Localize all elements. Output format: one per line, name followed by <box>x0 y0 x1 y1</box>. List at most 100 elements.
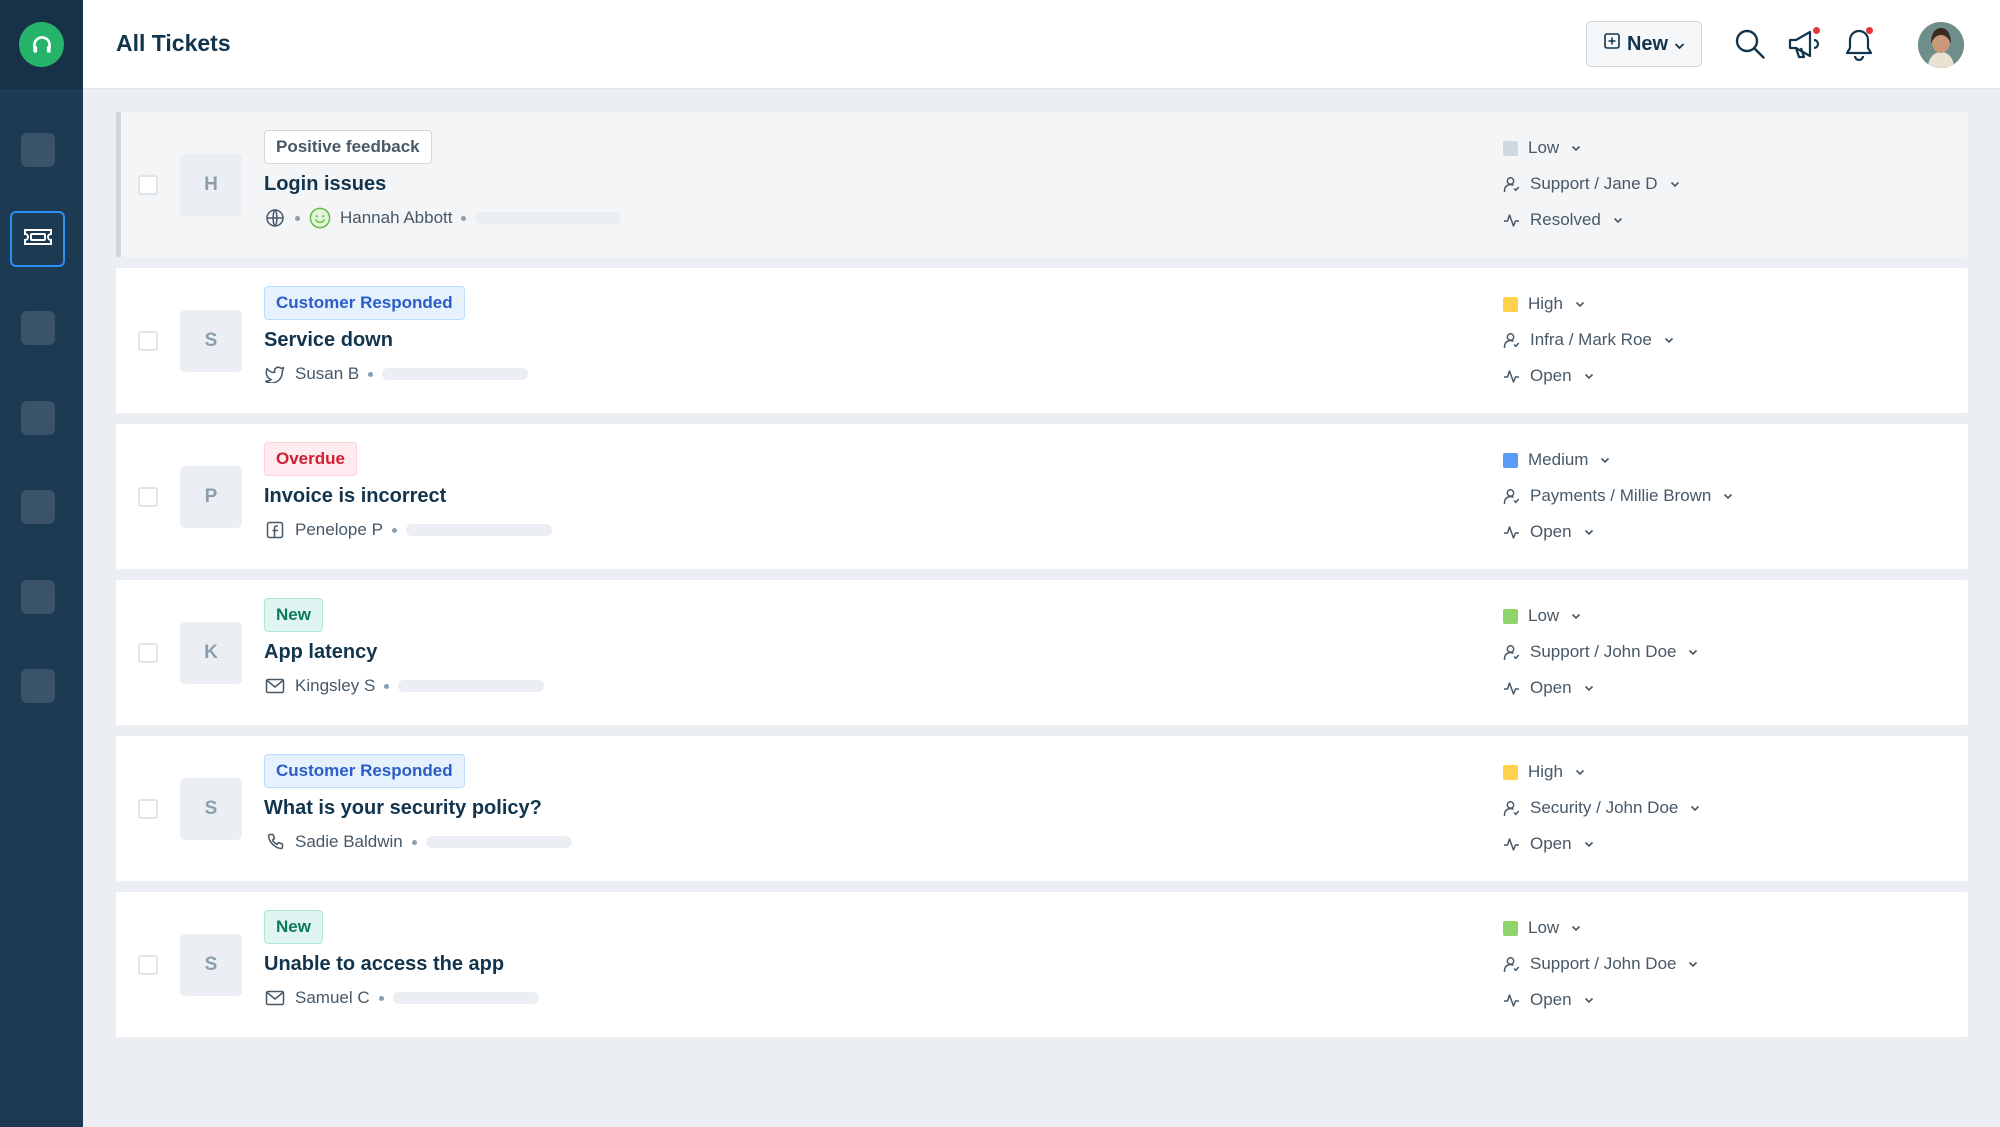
ticket-row[interactable]: S New Unable to access the app Samuel C … <box>116 892 1968 1037</box>
group-agent-dropdown[interactable]: Security / John Doe <box>1503 795 1700 821</box>
status-dropdown[interactable]: Resolved <box>1503 207 1680 233</box>
status-label: Resolved <box>1530 210 1601 229</box>
requester-name[interactable]: Susan B <box>295 364 359 384</box>
status-dropdown[interactable]: Open <box>1503 363 1674 389</box>
separator-dot <box>384 683 390 689</box>
priority-label: Low <box>1528 138 1560 157</box>
ticket-subject[interactable]: Service down <box>264 329 528 352</box>
ticket-subject[interactable]: App latency <box>264 641 544 664</box>
user-avatar[interactable] <box>1918 22 1964 68</box>
priority-dropdown[interactable]: High <box>1503 291 1674 317</box>
requester-name[interactable]: Sadie Baldwin <box>295 832 403 852</box>
ticket-subject[interactable]: What is your security policy? <box>264 797 572 820</box>
status-dropdown[interactable]: Open <box>1503 675 1698 701</box>
requester-initial-avatar: K <box>180 622 242 684</box>
page-title: All Tickets <box>116 30 231 56</box>
group-agent-dropdown[interactable]: Payments / Millie Brown <box>1503 483 1733 509</box>
priority-dropdown[interactable]: Medium <box>1503 447 1733 473</box>
chevron-down-icon <box>1690 805 1700 812</box>
sidebar-nav-tickets[interactable] <box>10 211 65 267</box>
separator-dot <box>391 527 397 533</box>
agent-icon <box>1503 644 1520 661</box>
ticket-row[interactable]: S Customer Responded Service down Susan … <box>116 268 1968 413</box>
headset-logo-icon[interactable] <box>19 22 64 67</box>
requester-name[interactable]: Kingsley S <box>295 676 375 696</box>
ticket-checkbox[interactable] <box>138 955 158 975</box>
bell-icon[interactable] <box>1841 24 1877 64</box>
ticket-checkbox[interactable] <box>138 331 158 351</box>
ticket-row[interactable]: H Positive feedback Login issues Hannah … <box>116 112 1968 257</box>
search-icon[interactable] <box>1732 24 1768 64</box>
requester-name[interactable]: Penelope P <box>295 520 383 540</box>
priority-label: Low <box>1528 918 1560 937</box>
status-dropdown[interactable]: Open <box>1503 831 1700 857</box>
activity-icon <box>1503 368 1520 385</box>
ticket-checkbox[interactable] <box>138 643 158 663</box>
separator-dot <box>378 995 384 1001</box>
priority-dropdown[interactable]: Low <box>1503 603 1698 629</box>
ticket-checkbox[interactable] <box>138 175 158 195</box>
priority-dropdown[interactable]: High <box>1503 759 1700 785</box>
ticket-tag: Customer Responded <box>264 754 465 788</box>
requester-name[interactable]: Hannah Abbott <box>340 208 452 228</box>
chevron-down-icon <box>1664 337 1674 344</box>
megaphone-icon[interactable] <box>1786 24 1822 64</box>
separator-dot <box>295 215 300 221</box>
separator-dot <box>368 371 374 377</box>
activity-icon <box>1503 524 1520 541</box>
chevron-down-icon <box>1613 217 1623 224</box>
status-label: Open <box>1530 522 1572 541</box>
status-label: Open <box>1530 366 1572 385</box>
chevron-down-icon <box>1575 769 1585 776</box>
requester-initial-avatar: H <box>180 154 242 216</box>
chevron-down-icon <box>1584 997 1594 1004</box>
sidebar-nav-item-3[interactable] <box>21 311 55 345</box>
chevron-down-icon <box>1571 925 1581 932</box>
ticket-subject[interactable]: Invoice is incorrect <box>264 485 552 508</box>
ticket-list: H Positive feedback Login issues Hannah … <box>116 112 1968 1048</box>
requester-name[interactable]: Samuel C <box>295 988 370 1008</box>
ticket-row[interactable]: S Customer Responded What is your securi… <box>116 736 1968 881</box>
facebook-icon <box>264 519 286 541</box>
status-dropdown[interactable]: Open <box>1503 987 1698 1013</box>
ticket-subject[interactable]: Unable to access the app <box>264 953 539 976</box>
priority-swatch <box>1503 296 1518 312</box>
new-button-label: New <box>1626 32 1669 55</box>
ticket-checkbox[interactable] <box>138 799 158 819</box>
separator-dot <box>461 215 467 221</box>
agent-icon <box>1503 332 1520 349</box>
activity-icon <box>1503 992 1520 1009</box>
ticket-row[interactable]: P Overdue Invoice is incorrect Penelope … <box>116 424 1968 569</box>
group-agent-label: Support / John Doe <box>1530 954 1677 973</box>
sidebar-nav-item-7[interactable] <box>21 669 55 703</box>
priority-dropdown[interactable]: Low <box>1503 915 1698 941</box>
chevron-down-icon <box>1674 33 1685 56</box>
sidebar <box>0 0 83 1127</box>
sidebar-nav-item-1[interactable] <box>21 133 55 167</box>
chevron-down-icon <box>1571 613 1581 620</box>
agent-icon <box>1503 956 1520 973</box>
chevron-down-icon <box>1584 529 1594 536</box>
activity-icon <box>1503 836 1520 853</box>
sidebar-nav-item-4[interactable] <box>21 401 55 435</box>
notification-badge <box>1866 27 1873 34</box>
requester-initial-avatar: S <box>180 934 242 996</box>
group-agent-dropdown[interactable]: Infra / Mark Roe <box>1503 327 1674 353</box>
new-button[interactable]: New <box>1586 21 1702 67</box>
ticket-checkbox[interactable] <box>138 487 158 507</box>
priority-swatch <box>1503 920 1518 936</box>
group-agent-label: Infra / Mark Roe <box>1530 330 1652 349</box>
group-agent-dropdown[interactable]: Support / John Doe <box>1503 951 1698 977</box>
ticket-row[interactable]: K New App latency Kingsley S Low Support <box>116 580 1968 725</box>
sidebar-nav-item-5[interactable] <box>21 490 55 524</box>
status-dropdown[interactable]: Open <box>1503 519 1733 545</box>
group-agent-dropdown[interactable]: Support / Jane D <box>1503 171 1680 197</box>
ticket-subject[interactable]: Login issues <box>264 173 621 196</box>
activity-icon <box>1503 212 1520 229</box>
ticket-tag: New <box>264 910 323 944</box>
priority-dropdown[interactable]: Low <box>1503 135 1680 161</box>
ticket-tag: New <box>264 598 323 632</box>
sidebar-nav-item-6[interactable] <box>21 580 55 614</box>
priority-label: High <box>1528 294 1563 313</box>
group-agent-dropdown[interactable]: Support / John Doe <box>1503 639 1698 665</box>
